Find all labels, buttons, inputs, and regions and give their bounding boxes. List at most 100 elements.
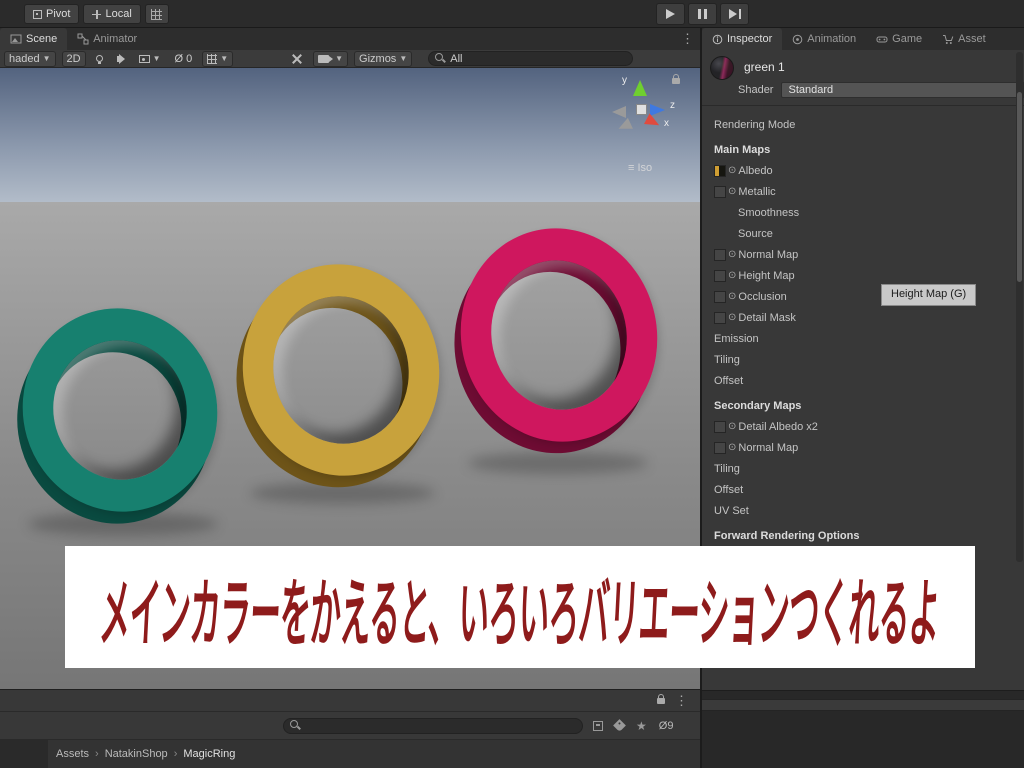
texture-slot[interactable]: [714, 291, 726, 303]
object-picker-icon[interactable]: ⊙: [728, 291, 736, 302]
tab-game[interactable]: Game: [866, 28, 932, 50]
animator-icon: [77, 33, 89, 45]
property-offset[interactable]: Offset: [702, 479, 1024, 500]
object-picker-icon[interactable]: ⊙: [728, 249, 736, 260]
texture-slot[interactable]: [714, 421, 726, 433]
texture-slot[interactable]: [714, 249, 726, 261]
texture-slot[interactable]: [714, 442, 726, 454]
albedo-color-swatch[interactable]: [714, 165, 726, 177]
breadcrumb-assets[interactable]: Assets: [56, 748, 89, 760]
breadcrumb-separator: [174, 748, 178, 760]
object-picker-icon[interactable]: ⊙: [728, 442, 736, 453]
inspector-scrollbar[interactable]: [1016, 52, 1023, 562]
property-forward-rendering-options[interactable]: Forward Rendering Options: [702, 525, 1024, 546]
scene-audio-toggle[interactable]: [113, 51, 129, 67]
tab-inspector[interactable]: Inspector: [702, 28, 782, 50]
tab-asset-store[interactable]: Asset: [932, 28, 996, 50]
property-label: UV Set: [714, 505, 749, 517]
search-icon: [290, 720, 301, 731]
object-picker-icon[interactable]: ⊙: [728, 186, 736, 197]
orientation-gizmo[interactable]: y z x: [600, 78, 684, 142]
axis-cone-negative-x[interactable]: [612, 106, 626, 118]
property-normal-map[interactable]: ⊙Normal Map: [702, 244, 1024, 265]
tab-animator[interactable]: Animator: [67, 28, 147, 50]
scrollbar-thumb[interactable]: [1017, 92, 1022, 282]
property-normal-map[interactable]: ⊙Normal Map: [702, 437, 1024, 458]
texture-slot[interactable]: [714, 270, 726, 282]
favorite-star-icon[interactable]: ★: [636, 719, 647, 733]
step-button[interactable]: [720, 3, 749, 25]
package-filter-icon[interactable]: [593, 721, 603, 731]
property-rendering-mode[interactable]: Rendering Mode: [702, 114, 1024, 135]
object-picker-icon[interactable]: ⊙: [728, 165, 736, 176]
texture-slot[interactable]: [714, 186, 726, 198]
object-picker-icon[interactable]: ⊙: [728, 312, 736, 323]
property-offset[interactable]: Offset: [702, 370, 1024, 391]
property-metallic[interactable]: ⊙Metallic: [702, 181, 1024, 202]
tab-animation[interactable]: Animation: [782, 28, 866, 50]
scene-effects-dropdown[interactable]: ▼: [135, 51, 165, 67]
property-uv-set[interactable]: UV Set: [702, 500, 1024, 521]
visibility-off-icon: Ø: [175, 53, 184, 65]
property-albedo[interactable]: ⊙Albedo: [702, 160, 1024, 181]
property-detail-mask[interactable]: ⊙Detail Mask: [702, 307, 1024, 328]
axis-cone-negative-z[interactable]: [616, 118, 633, 134]
property-label: Source: [738, 228, 773, 240]
projection-label: Iso: [637, 162, 652, 174]
property-source[interactable]: Source: [702, 223, 1024, 244]
gizmo-hub[interactable]: [636, 104, 647, 115]
animation-icon: [792, 34, 803, 45]
shader-dropdown[interactable]: Standard: [781, 82, 1024, 98]
grid-icon: [207, 54, 217, 64]
shading-mode-dropdown[interactable]: haded ▼: [4, 51, 56, 67]
camera-dropdown[interactable]: ▼: [313, 51, 348, 67]
play-button[interactable]: [656, 3, 685, 25]
property-detail-albedo-x2[interactable]: ⊙Detail Albedo x2: [702, 416, 1024, 437]
tools-icon: [291, 53, 303, 65]
tab-scene[interactable]: Scene: [0, 28, 67, 50]
pause-button[interactable]: [688, 3, 717, 25]
project-menu-icon[interactable]: ⋮: [675, 693, 688, 709]
property-smoothness[interactable]: Smoothness: [702, 202, 1024, 223]
grid-dropdown[interactable]: ▼: [202, 51, 233, 67]
tab-inspector-label: Inspector: [727, 33, 772, 45]
pivot-button[interactable]: Pivot: [24, 4, 79, 24]
object-picker-icon[interactable]: ⊙: [728, 421, 736, 432]
breadcrumb-magicring[interactable]: MagicRing: [183, 748, 235, 760]
property-tiling[interactable]: Tiling: [702, 458, 1024, 479]
scene-lighting-toggle[interactable]: [92, 51, 107, 67]
project-visibility-toggle[interactable]: Ø9: [659, 720, 674, 732]
tab-animation-label: Animation: [807, 33, 856, 45]
property-secondary-maps[interactable]: Secondary Maps: [702, 395, 1024, 416]
gizmos-label: Gizmos: [359, 53, 396, 65]
material-name: green 1: [744, 60, 785, 74]
gizmos-dropdown[interactable]: Gizmos ▼: [354, 51, 412, 67]
projection-toggle[interactable]: ≡ Iso: [628, 162, 652, 174]
scene-search-input[interactable]: All: [428, 51, 633, 66]
scene-panel-menu-icon[interactable]: ⋮: [681, 31, 694, 47]
material-preview-sphere[interactable]: [710, 56, 734, 80]
hidden-count: 0: [186, 53, 192, 65]
inspector-tabbar: Inspector Animation Game: [702, 28, 1024, 50]
property-main-maps[interactable]: Main Maps: [702, 139, 1024, 160]
scene-visibility-toggle[interactable]: Ø0: [171, 51, 197, 67]
object-picker-icon[interactable]: ⊙: [728, 270, 736, 281]
property-tiling[interactable]: Tiling: [702, 349, 1024, 370]
scene-tabbar: Scene Animator ⋮: [0, 28, 700, 50]
inspector-icon: [712, 34, 723, 45]
property-emission[interactable]: Emission: [702, 328, 1024, 349]
label-filter-icon[interactable]: [613, 719, 626, 732]
breadcrumb-natakinshop[interactable]: NatakinShop: [105, 748, 168, 760]
texture-slot[interactable]: [714, 312, 726, 324]
project-search-input[interactable]: [283, 718, 583, 734]
lock-icon[interactable]: [672, 78, 680, 84]
axis-cone-y[interactable]: [633, 80, 647, 96]
tab-scene-label: Scene: [26, 33, 57, 45]
property-height-map[interactable]: ⊙Height Map: [702, 265, 1024, 286]
docked-panel-strip: [702, 699, 1024, 711]
lock-icon[interactable]: [657, 698, 665, 704]
grid-snap-button[interactable]: [145, 4, 169, 24]
component-tools-button[interactable]: [287, 51, 307, 67]
toggle-2d-button[interactable]: 2D: [62, 51, 86, 67]
local-button[interactable]: Local: [83, 4, 140, 24]
